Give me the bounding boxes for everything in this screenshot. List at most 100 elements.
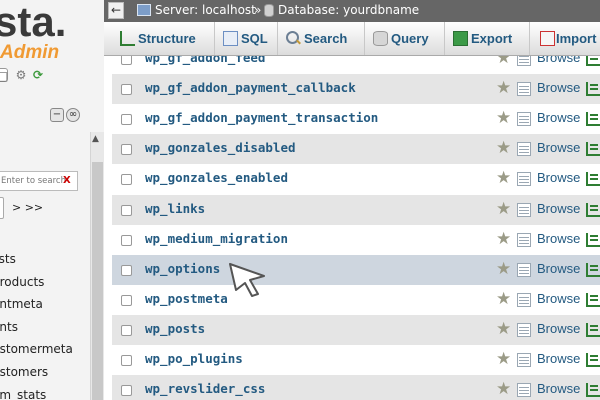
table-row[interactable]: wp_gf_addon_payment_callback ★ Browse (112, 74, 600, 105)
gear-icon[interactable]: ⚙ (14, 68, 28, 82)
table-row[interactable]: wp_po_plugins ★ Browse (112, 345, 600, 375)
table-name-link[interactable]: wp_postmeta (145, 291, 228, 306)
collapse-all-icon[interactable]: − (50, 108, 64, 122)
browse-icon[interactable] (517, 353, 531, 367)
sidebar-table-item[interactable]: om_stats (0, 384, 90, 400)
row-checkbox[interactable] (121, 234, 132, 246)
structure-icon[interactable] (586, 172, 600, 187)
next-page-link[interactable]: > >> (12, 201, 43, 214)
tab-structure[interactable]: Structure (112, 22, 215, 55)
table-row[interactable]: wp_posts ★ Browse (112, 314, 600, 345)
browse-icon[interactable] (517, 262, 531, 277)
table-row[interactable]: wp_options ★ Browse (112, 254, 600, 285)
page-select[interactable] (0, 197, 4, 219)
clear-filter-button[interactable]: X (63, 175, 71, 186)
scrollbar-thumb[interactable] (92, 162, 103, 400)
sidebar-table-item[interactable]: products (0, 271, 90, 294)
table-row[interactable]: wp_revslider_css ★ Browse (112, 375, 600, 400)
favorite-star-icon[interactable]: ★ (496, 78, 511, 98)
browse-icon[interactable] (517, 56, 531, 66)
structure-icon[interactable] (586, 112, 600, 127)
row-checkbox[interactable] (121, 114, 132, 126)
browse-icon[interactable] (517, 292, 531, 307)
structure-icon[interactable] (586, 262, 600, 277)
structure-icon[interactable] (586, 82, 600, 97)
breadcrumb-server[interactable]: Server: localhost (155, 3, 256, 17)
favorite-star-icon[interactable]: ★ (496, 349, 511, 369)
table-name-link[interactable]: wp_gonzales_enabled (145, 170, 288, 185)
favorite-star-icon[interactable]: ★ (496, 138, 511, 158)
row-checkbox[interactable] (121, 56, 132, 65)
sidebar-table-item[interactable]: ustomermeta (0, 338, 90, 361)
table-row[interactable]: wp_postmeta ★ Browse (112, 284, 600, 315)
browse-icon[interactable] (517, 112, 531, 127)
tab-import[interactable]: Import (530, 22, 600, 55)
table-name-link[interactable]: wp_options (145, 261, 220, 276)
structure-icon[interactable] (586, 142, 600, 157)
table-name-link[interactable]: wp_revslider_css (145, 381, 265, 396)
sidebar-table-item[interactable]: entmeta (0, 293, 90, 316)
favorite-star-icon[interactable]: ★ (496, 379, 511, 399)
browse-link[interactable]: Browse (537, 231, 580, 246)
table-name-link[interactable]: wp_posts (145, 321, 205, 336)
favorite-star-icon[interactable]: ★ (496, 168, 511, 188)
table-name-link[interactable]: wp_links (145, 201, 205, 216)
favorite-star-icon[interactable]: ★ (496, 199, 511, 219)
row-checkbox[interactable] (121, 174, 132, 186)
browse-icon[interactable] (517, 322, 531, 337)
link-icon[interactable]: ∞ (66, 108, 80, 122)
structure-icon[interactable] (586, 292, 600, 307)
row-checkbox[interactable] (121, 355, 132, 366)
row-checkbox[interactable] (121, 294, 132, 306)
breadcrumb-database[interactable]: Database: yourdbname (278, 3, 419, 17)
table-name-link[interactable]: wp_gf_addon_feed (145, 56, 265, 65)
browse-link[interactable]: Browse (537, 56, 580, 65)
table-row[interactable]: wp_gonzales_enabled ★ Browse (112, 164, 600, 195)
row-checkbox[interactable] (121, 324, 132, 336)
logo[interactable]: sta. Admin (0, 0, 104, 70)
table-row[interactable]: wp_gonzales_disabled ★ Browse (112, 134, 600, 165)
table-name-link[interactable]: wp_medium_migration (145, 231, 288, 246)
browse-icon[interactable] (517, 82, 531, 97)
tab-export[interactable]: Export (445, 22, 530, 55)
tab-sql[interactable]: SQL (215, 22, 278, 55)
table-row[interactable]: wp_gf_addon_payment_transaction ★ Browse (112, 104, 600, 135)
browse-link[interactable]: Browse (537, 381, 580, 396)
favorite-star-icon[interactable]: ★ (496, 56, 511, 68)
table-row[interactable]: wp_links ★ Browse (112, 194, 600, 225)
tab-search[interactable]: Search (278, 22, 365, 55)
browse-link[interactable]: Browse (537, 80, 580, 95)
table-name-link[interactable]: wp_gf_addon_payment_transaction (145, 110, 378, 125)
sidebar-scrollbar[interactable]: ▲ (90, 132, 104, 400)
sidebar-table-item[interactable]: ustomers (0, 361, 90, 384)
browse-link[interactable]: Browse (537, 291, 580, 306)
structure-icon[interactable] (586, 322, 600, 337)
structure-icon[interactable] (586, 202, 600, 217)
row-checkbox[interactable] (121, 204, 132, 216)
table-row[interactable]: wp_medium_migration ★ Browse (112, 224, 600, 255)
row-checkbox[interactable] (121, 385, 132, 397)
browse-link[interactable]: Browse (537, 321, 580, 336)
favorite-star-icon[interactable]: ★ (496, 289, 511, 309)
favorite-star-icon[interactable]: ★ (496, 259, 511, 279)
browse-icon[interactable] (517, 142, 531, 157)
browse-link[interactable]: Browse (537, 261, 580, 276)
structure-icon[interactable] (586, 232, 600, 247)
browse-link[interactable]: Browse (537, 351, 580, 366)
browse-link[interactable]: Browse (537, 170, 580, 185)
reload-icon[interactable]: ⟳ (31, 68, 45, 82)
row-checkbox[interactable] (121, 84, 132, 96)
structure-icon[interactable] (586, 353, 600, 367)
scroll-up-icon[interactable]: ▲ (92, 134, 99, 144)
browse-link[interactable]: Browse (537, 110, 580, 125)
back-arrow-icon[interactable]: ← (108, 2, 124, 19)
tab-query[interactable]: Query (365, 22, 445, 55)
structure-icon[interactable] (586, 56, 600, 66)
sidebar-table-item[interactable]: ents (0, 316, 90, 339)
browse-link[interactable]: Browse (537, 201, 580, 216)
browse-icon[interactable] (517, 383, 531, 398)
browse-link[interactable]: Browse (537, 140, 580, 155)
favorite-star-icon[interactable]: ★ (496, 229, 511, 249)
table-name-link[interactable]: wp_gf_addon_payment_callback (145, 80, 356, 95)
browse-icon[interactable] (517, 202, 531, 217)
